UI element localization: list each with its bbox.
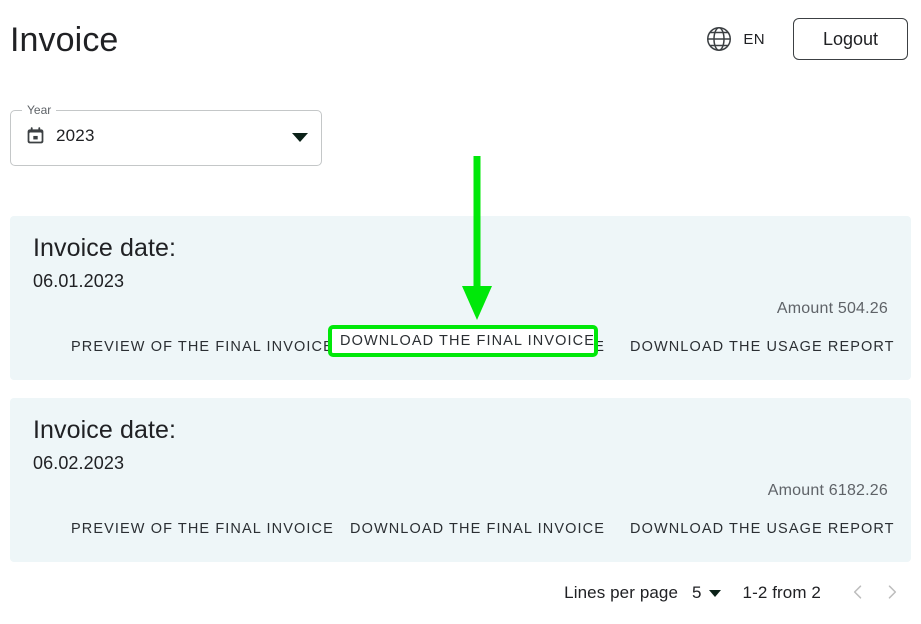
download-final-invoice-button[interactable]: DOWNLOAD THE FINAL INVOICE <box>350 330 605 364</box>
preview-final-invoice-button[interactable]: PREVIEW OF THE FINAL INVOICE <box>71 330 334 364</box>
invoice-date-value: 06.02.2023 <box>33 453 125 473</box>
year-select-content: 2023 <box>25 125 95 146</box>
next-page-button[interactable] <box>875 576 909 610</box>
chevron-left-icon <box>848 582 868 605</box>
pagination-range: 1-2 from 2 <box>742 583 821 602</box>
logout-button[interactable]: Logout <box>793 18 908 60</box>
lines-per-page-select[interactable]: 5 <box>692 583 721 603</box>
download-final-invoice-button[interactable]: DOWNLOAD THE FINAL INVOICE <box>350 512 605 546</box>
page-header: Invoice EN Logout <box>0 0 921 82</box>
invoice-actions: PREVIEW OF THE FINAL INVOICE DOWNLOAD TH… <box>10 512 911 546</box>
lines-per-page-label: Lines per page <box>564 583 679 602</box>
chevron-right-icon <box>882 582 902 605</box>
invoice-amount: Amount 504.26 <box>776 300 888 317</box>
invoice-amount: Amount 6182.26 <box>767 482 888 499</box>
header-actions: EN Logout <box>704 18 908 60</box>
invoice-card: Invoice date: 06.02.2023 Amount 6182.26 … <box>10 398 911 562</box>
chevron-down-icon <box>292 133 308 142</box>
year-select-label: Year <box>22 103 57 117</box>
invoice-date-value: 06.01.2023 <box>33 271 125 291</box>
language-label: EN <box>743 30 765 48</box>
calendar-icon <box>25 125 46 146</box>
language-switcher[interactable]: EN <box>704 24 765 54</box>
chevron-down-icon <box>708 589 721 597</box>
pagination: Lines per page 5 1-2 from 2 <box>564 576 909 610</box>
invoice-actions: PREVIEW OF THE FINAL INVOICE DOWNLOAD TH… <box>10 330 911 364</box>
download-usage-report-button[interactable]: DOWNLOAD THE USAGE REPORT <box>630 330 895 364</box>
page-title: Invoice <box>10 21 119 59</box>
previous-page-button[interactable] <box>841 576 875 610</box>
invoice-date-label: Invoice date: <box>33 416 177 444</box>
preview-final-invoice-button[interactable]: PREVIEW OF THE FINAL INVOICE <box>71 512 334 546</box>
invoice-date-label: Invoice date: <box>33 234 177 262</box>
year-select[interactable]: Year 2023 <box>10 103 322 166</box>
lines-per-page-value: 5 <box>692 583 702 602</box>
invoice-card: Invoice date: 06.01.2023 Amount 504.26 P… <box>10 216 911 380</box>
globe-icon <box>704 24 734 54</box>
year-select-value: 2023 <box>56 125 95 145</box>
download-usage-report-button[interactable]: DOWNLOAD THE USAGE REPORT <box>630 512 895 546</box>
